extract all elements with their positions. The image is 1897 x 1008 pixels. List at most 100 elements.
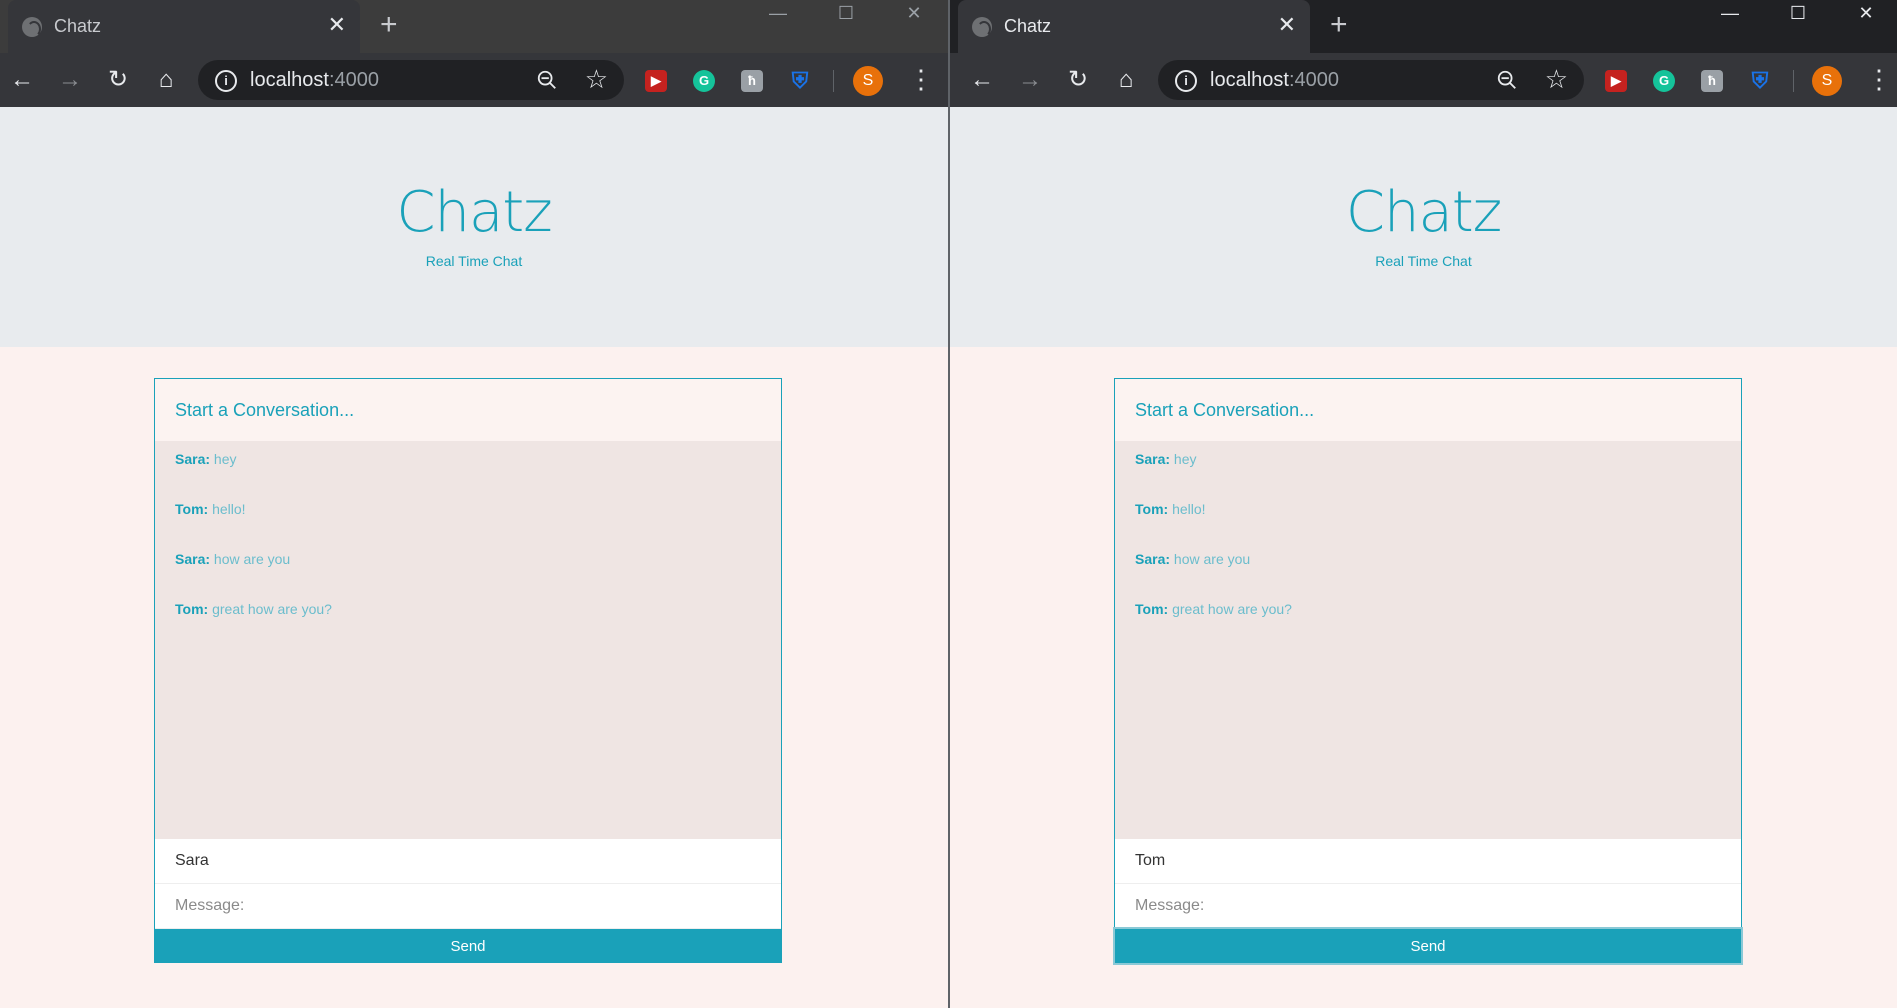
avatar[interactable]: S	[1812, 66, 1842, 96]
menu-dots-icon[interactable]: ⋮	[908, 63, 934, 95]
send-button[interactable]: Send	[1113, 927, 1743, 965]
name-field-wrapper	[1115, 839, 1741, 884]
shield-icon[interactable]: ⛨	[1749, 70, 1771, 92]
toolbar-separator	[833, 70, 834, 92]
message-field-wrapper	[155, 884, 781, 929]
avatar[interactable]: S	[853, 66, 883, 96]
close-window-button[interactable]: ✕	[1838, 0, 1894, 30]
back-arrow-icon[interactable]: ←	[968, 66, 996, 94]
menu-dots-icon[interactable]: ⋮	[1866, 63, 1892, 95]
browser-tab[interactable]: Chatz ✕	[8, 0, 360, 53]
message-text: hello!	[1172, 501, 1206, 517]
close-window-button[interactable]: ✕	[886, 0, 942, 30]
shield-icon[interactable]: ⛨	[789, 70, 811, 92]
url-text[interactable]: localhost:4000	[250, 69, 379, 92]
list-item: Tom: hello!	[175, 501, 761, 517]
minimize-button[interactable]: —	[750, 0, 806, 30]
list-item: Sara: hey	[175, 451, 761, 467]
url-text[interactable]: localhost:4000	[1210, 69, 1339, 92]
page-title: Chatz	[1345, 180, 1502, 245]
forward-arrow-icon[interactable]: →	[1016, 66, 1044, 94]
title-bar: Chatz ✕ + — ☐ ✕	[950, 0, 1897, 53]
address-bar[interactable]: i localhost:4000 ☆	[1158, 60, 1584, 100]
zoom-icon[interactable]	[536, 69, 558, 91]
message-sender: Tom:	[175, 501, 209, 517]
globe-icon	[972, 17, 992, 37]
message-sender: Sara:	[175, 451, 211, 467]
message-input[interactable]	[1115, 884, 1741, 928]
message-list: Sara: hey Tom: hello! Sara: how are you …	[155, 441, 781, 839]
list-item: Tom: great how are you?	[1135, 601, 1721, 617]
star-icon[interactable]: ☆	[585, 64, 608, 94]
send-button[interactable]: Send	[155, 929, 781, 963]
name-field[interactable]	[155, 839, 781, 883]
chat-page: Chatz Real Time Chat Start a Conversatio…	[0, 107, 948, 1008]
message-text: hey	[213, 451, 237, 467]
message-input[interactable]	[155, 884, 781, 928]
browser-tab[interactable]: Chatz ✕	[958, 0, 1310, 53]
extension-icon[interactable]: ħ	[1701, 70, 1723, 92]
extension-icon[interactable]: ħ	[741, 70, 763, 92]
maximize-button[interactable]: ☐	[818, 0, 874, 30]
star-icon[interactable]: ☆	[1545, 64, 1568, 94]
forward-arrow-icon[interactable]: →	[56, 66, 84, 94]
message-list: Sara: hey Tom: hello! Sara: how are you …	[1115, 441, 1741, 839]
message-text: how are you	[213, 551, 291, 567]
extension-icon[interactable]: G	[693, 70, 715, 92]
url-host: localhost	[250, 69, 329, 91]
chat-panel: Start a Conversation... Sara: hey Tom: h…	[1113, 378, 1743, 965]
message-sender: Sara:	[1135, 551, 1171, 567]
message-sender: Sara:	[175, 551, 211, 567]
page-subtitle: Real Time Chat	[1375, 253, 1472, 269]
tab-close-icon[interactable]: ✕	[328, 12, 346, 38]
new-tab-button[interactable]: +	[1330, 10, 1348, 40]
message-text: how are you	[1173, 551, 1251, 567]
address-bar[interactable]: i localhost:4000 ☆	[198, 60, 624, 100]
new-tab-button[interactable]: +	[380, 10, 398, 40]
message-field-wrapper	[1115, 884, 1741, 929]
page-title: Chatz	[396, 180, 552, 245]
globe-icon	[22, 17, 42, 37]
message-sender: Tom:	[175, 601, 209, 617]
hero-banner: Chatz Real Time Chat	[0, 107, 948, 347]
minimize-button[interactable]: —	[1702, 0, 1758, 30]
chat-header: Start a Conversation...	[155, 379, 781, 441]
home-icon[interactable]: ⌂	[152, 66, 180, 94]
tab-title: Chatz	[1004, 16, 1052, 36]
extension-icon[interactable]: ▶	[1605, 70, 1627, 92]
list-item: Sara: hey	[1135, 451, 1721, 467]
chat-panel: Start a Conversation... Sara: hey Tom: h…	[154, 378, 782, 963]
info-icon[interactable]: i	[1175, 70, 1197, 92]
browser-toolbar: ← → ↻ ⌂ i localhost:4000 ☆ ▶ G ħ ⛨ S ⋮	[950, 53, 1897, 107]
extension-icon[interactable]: ▶	[645, 70, 667, 92]
browser-window-left: Chatz ✕ + — ☐ ✕ ← → ↻ ⌂ i localhost:4000…	[0, 0, 948, 1008]
message-sender: Tom:	[1135, 601, 1169, 617]
info-icon[interactable]: i	[215, 70, 237, 92]
tab-title: Chatz	[54, 16, 102, 36]
back-arrow-icon[interactable]: ←	[8, 66, 36, 94]
list-item: Sara: how are you	[175, 551, 761, 567]
url-port: :4000	[328, 69, 379, 91]
reload-icon[interactable]: ↻	[104, 66, 132, 94]
title-bar: Chatz ✕ + — ☐ ✕	[0, 0, 948, 53]
tab-close-icon[interactable]: ✕	[1278, 12, 1296, 38]
list-item: Tom: hello!	[1135, 501, 1721, 517]
chat-header: Start a Conversation...	[1115, 379, 1741, 441]
hero-banner: Chatz Real Time Chat	[950, 107, 1897, 347]
list-item: Tom: great how are you?	[175, 601, 761, 617]
message-sender: Sara:	[1135, 451, 1171, 467]
message-text: hey	[1173, 451, 1197, 467]
maximize-button[interactable]: ☐	[1770, 0, 1826, 30]
list-item: Sara: how are you	[1135, 551, 1721, 567]
page-subtitle: Real Time Chat	[425, 253, 523, 269]
reload-icon[interactable]: ↻	[1064, 66, 1092, 94]
message-text: great how are you?	[1172, 601, 1292, 617]
home-icon[interactable]: ⌂	[1112, 66, 1140, 94]
toolbar-separator	[1793, 70, 1794, 92]
extension-icon[interactable]: G	[1653, 70, 1675, 92]
name-field[interactable]	[1115, 839, 1741, 883]
zoom-icon[interactable]	[1496, 69, 1518, 91]
message-sender: Tom:	[1135, 501, 1169, 517]
browser-window-right: Chatz ✕ + — ☐ ✕ ← → ↻ ⌂ i localhost:4000…	[950, 0, 1897, 1008]
browser-toolbar: ← → ↻ ⌂ i localhost:4000 ☆ ▶ G ħ ⛨ S ⋮	[0, 53, 948, 107]
